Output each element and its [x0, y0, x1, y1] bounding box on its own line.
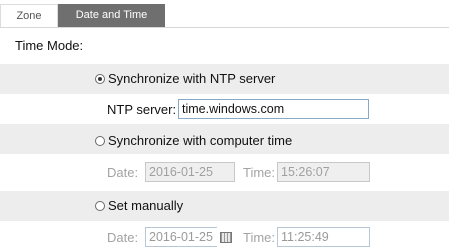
computer-date-label: Date:: [107, 165, 139, 180]
computer-option-row: Synchronize with computer time: [0, 124, 449, 154]
manual-option-label[interactable]: Set manually: [108, 198, 183, 213]
manual-radio[interactable]: [95, 201, 105, 211]
computer-time-field: 15:26:07: [277, 162, 370, 182]
time-mode-label: Time Mode:: [15, 38, 84, 53]
manual-time-label: Time:: [243, 230, 276, 245]
ntp-server-label: NTP server:: [107, 102, 177, 117]
manual-time-row: Date: 2016-01-25 Time: 11:25:49: [0, 222, 449, 247]
computer-date-field: 2016-01-25: [145, 162, 235, 182]
tab-bar: Zone Date and Time: [0, 0, 449, 28]
manual-date-label: Date:: [107, 230, 139, 245]
tab-zone[interactable]: Zone: [0, 4, 58, 27]
computer-time-radio[interactable]: [95, 136, 105, 146]
tab-date-and-time[interactable]: Date and Time: [58, 4, 165, 27]
computer-time-row: Date: 2016-01-25 Time: 15:26:07: [0, 156, 449, 186]
calendar-icon[interactable]: [220, 232, 232, 243]
manual-time-input[interactable]: 11:25:49: [277, 227, 370, 247]
manual-date-input[interactable]: 2016-01-25: [145, 227, 217, 247]
ntp-server-input[interactable]: time.windows.com: [178, 99, 369, 119]
ntp-radio[interactable]: [95, 74, 105, 84]
ntp-server-row: NTP server: time.windows.com: [0, 94, 449, 124]
ntp-option-label[interactable]: Synchronize with NTP server: [108, 71, 275, 86]
computer-option-label[interactable]: Synchronize with computer time: [108, 133, 292, 148]
manual-option-row: Set manually: [0, 191, 449, 221]
computer-time-label: Time:: [243, 165, 276, 180]
ntp-option-row: Synchronize with NTP server: [0, 64, 449, 94]
